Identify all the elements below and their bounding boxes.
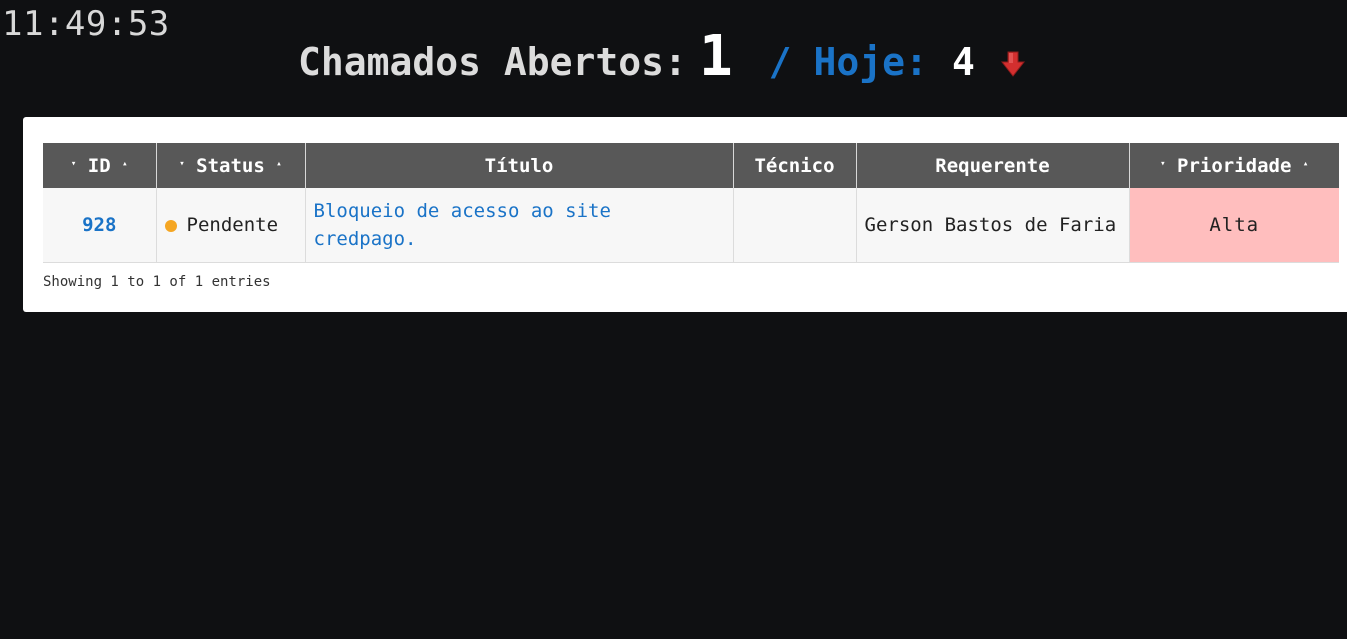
table-info: Showing 1 to 1 of 1 entries [43, 274, 271, 290]
column-header-label: Requerente [935, 154, 1050, 177]
ticket-requester: Gerson Bastos de Faria [856, 188, 1130, 263]
orange-dot-icon [164, 220, 177, 232]
sort-asc-icon: ▴ [1302, 159, 1309, 169]
header-separator: / [768, 40, 792, 84]
column-header-requester: Requerente [856, 143, 1130, 188]
column-header-label: Título [484, 154, 554, 177]
ticket-status-cell: Pendente [156, 188, 306, 263]
sort-asc-icon: ▴ [122, 159, 128, 169]
arrow-down-icon [1000, 51, 1025, 77]
sort-desc-icon: ▾ [179, 159, 185, 169]
column-header-label: Técnico [754, 154, 835, 177]
ticket-priority: Alta [1129, 188, 1339, 263]
column-header-priority[interactable]: ▾ Prioridade ▴ [1129, 143, 1339, 188]
open-tickets-count: 1 [698, 24, 733, 89]
sort-asc-icon: ▴ [276, 159, 282, 169]
sort-desc-icon: ▾ [1160, 159, 1166, 169]
sort-desc-icon: ▾ [70, 159, 77, 169]
clock: 11:49:53 [2, 4, 170, 44]
ticket-technician [733, 188, 857, 263]
column-header-title: Título [305, 143, 734, 188]
ticket-status: Pendente [186, 214, 279, 236]
open-tickets-label: Chamados Abertos: [298, 40, 687, 84]
column-header-label: Status [196, 154, 265, 177]
table-row[interactable]: 928 Pendente Bloqueio de acesso ao site … [43, 188, 1339, 263]
table-header-row: ▾ ID ▴ ▾ Status ▴ Título Técnico Requere… [43, 143, 1339, 188]
today-tickets-label: Hoje: [813, 40, 928, 84]
ticket-id-link[interactable]: 928 [43, 188, 157, 263]
column-header-label: ID [87, 154, 111, 177]
column-header-label: Prioridade [1177, 154, 1292, 177]
ticket-summary-header: Chamados Abertos: 1 / Hoje: 4 [298, 24, 1025, 94]
column-header-status[interactable]: ▾ Status ▴ [156, 143, 306, 188]
today-tickets-count: 4 [951, 40, 975, 84]
column-header-technician: Técnico [733, 143, 857, 188]
ticket-title-link[interactable]: Bloqueio de acesso ao site credpago. [305, 188, 734, 263]
tickets-table: ▾ ID ▴ ▾ Status ▴ Título Técnico Requere… [43, 143, 1339, 263]
column-header-id[interactable]: ▾ ID ▴ [43, 143, 157, 188]
tickets-panel: ▾ ID ▴ ▾ Status ▴ Título Técnico Requere… [23, 117, 1347, 312]
